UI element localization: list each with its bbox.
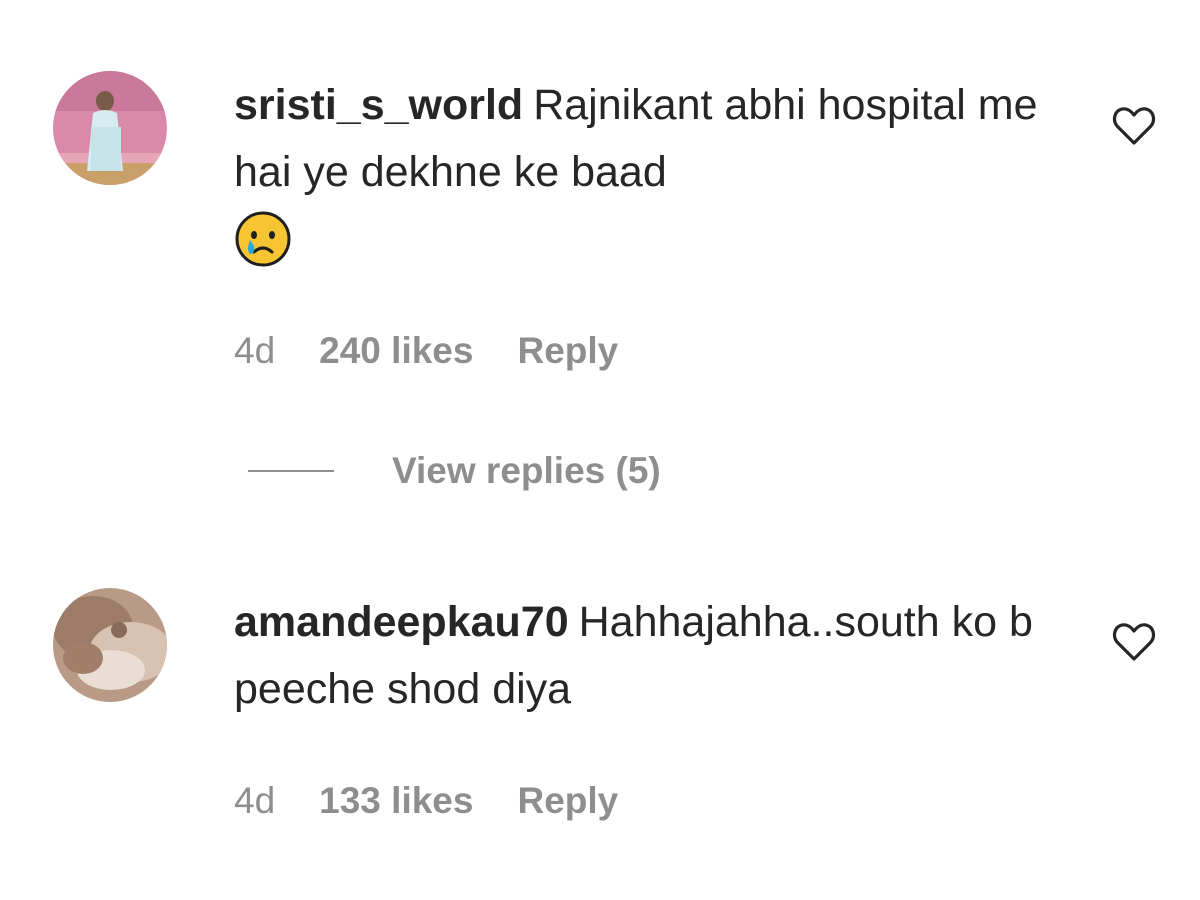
reply-button[interactable]: Reply [517,780,618,822]
comment-text-block: amandeepkau70 Hahhajahha..south ko b peec… [234,589,1064,723]
reply-button[interactable]: Reply [517,330,618,372]
likes-count[interactable]: 240 likes [319,330,473,372]
comment-username[interactable]: amandeepkau70 [234,598,569,646]
comment-timestamp: 4d [234,330,276,371]
crying-face-icon [234,210,292,288]
view-replies-button[interactable]: View replies (5) [248,450,661,492]
view-replies-label: View replies (5) [392,450,661,491]
avatar-image [53,71,167,185]
comment-timestamp: 4d [234,780,276,821]
comment-meta: 4d 133 likes Reply [234,780,618,822]
avatar[interactable] [53,71,167,185]
like-heart-icon[interactable] [1112,622,1156,662]
comment-username[interactable]: sristi_s_world [234,81,523,129]
divider-line [248,470,334,472]
comment-text-block: sristi_s_world Rajnikant abhi hospital me… [234,72,1064,288]
like-heart-icon[interactable] [1112,106,1156,146]
likes-count[interactable]: 133 likes [319,780,473,822]
avatar-image [53,588,167,702]
comment-meta: 4d 240 likes Reply [234,330,618,372]
avatar[interactable] [53,588,167,702]
